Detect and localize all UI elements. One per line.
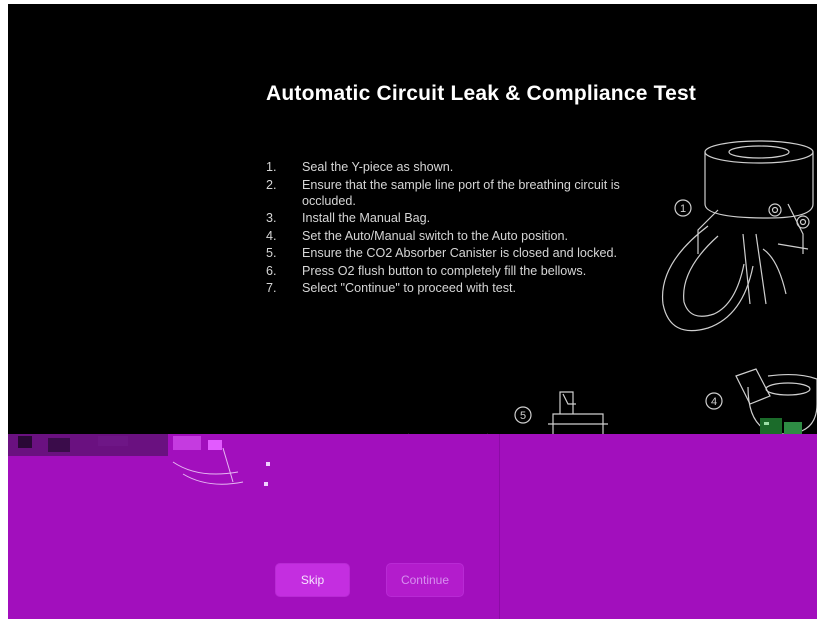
- step-1-label: 1: [680, 203, 686, 215]
- step-4-label: 4: [711, 396, 717, 408]
- canister-outline: [704, 152, 814, 219]
- step-5-label: 5: [520, 410, 526, 422]
- continue-button[interactable]: Continue: [386, 563, 464, 597]
- test-screen: Automatic Circuit Leak & Compliance Test…: [8, 4, 817, 619]
- setup-illustration: 1 4 5: [408, 140, 817, 434]
- absorber-latch: [735, 368, 771, 405]
- skip-button[interactable]: Skip: [275, 563, 350, 597]
- render-artifact: [8, 434, 270, 486]
- canister-highlight: [760, 418, 802, 434]
